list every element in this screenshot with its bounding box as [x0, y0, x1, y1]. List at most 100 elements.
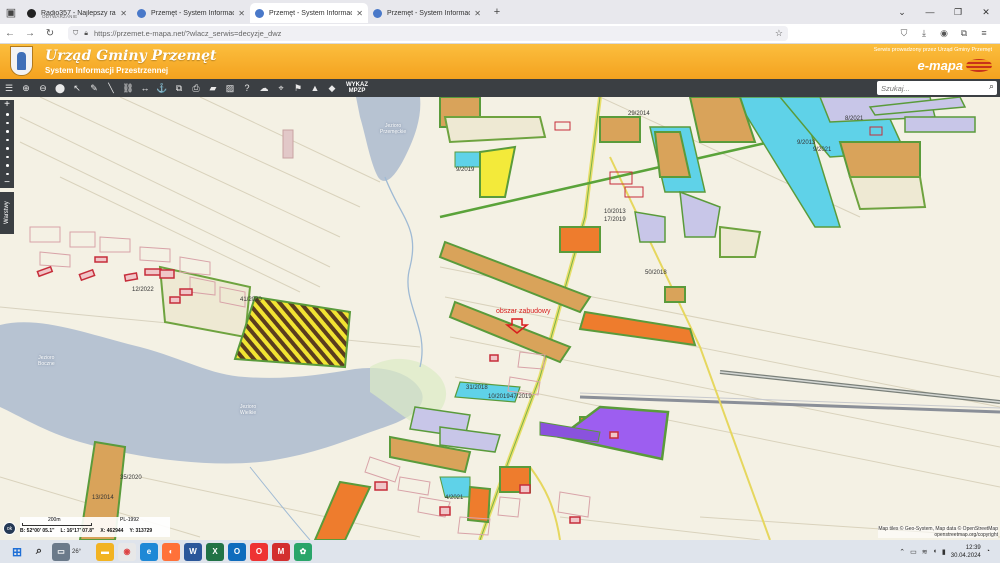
- extensions-icon[interactable]: ⧉: [954, 28, 974, 39]
- zoom-step[interactable]: [5, 113, 9, 116]
- map-canvas[interactable]: 12/2022 41/2020 9/2019 29/2014 10/2013 1…: [0, 97, 1000, 540]
- parcel-yellow[interactable]: [479, 145, 517, 198]
- terrain-icon[interactable]: ▲: [307, 80, 323, 96]
- parcel-label: 4/2021: [445, 495, 464, 501]
- help-icon[interactable]: ?: [239, 80, 255, 96]
- tab-przemet-2-active[interactable]: Przemęt - System Informacji Pr… ✕: [250, 3, 368, 23]
- ok-button[interactable]: ok: [3, 522, 16, 535]
- chrome-icon[interactable]: ◉: [118, 542, 136, 561]
- menu-icon[interactable]: ≡: [974, 28, 994, 39]
- url-text[interactable]: https://przemet.e-mapa.net/?wlacz_serwis…: [94, 29, 281, 38]
- volume-icon[interactable]: ◖: [933, 548, 937, 555]
- download-icon[interactable]: ⤓: [914, 28, 934, 39]
- zoom-out-button[interactable]: −: [4, 178, 10, 188]
- tab-list-icon[interactable]: ▣: [0, 0, 22, 24]
- tray-expand-icon[interactable]: ⌃: [899, 548, 905, 556]
- start-icon[interactable]: ⊞: [8, 543, 26, 561]
- search-input[interactable]: [877, 81, 997, 95]
- parcel-hatched[interactable]: [233, 295, 352, 369]
- url-bar[interactable]: ⛉ 🔒︎ https://przemet.e-mapa.net/?wlacz_s…: [68, 26, 788, 41]
- close-window-icon[interactable]: ✕: [972, 7, 1000, 18]
- measure-line-icon[interactable]: ╲: [103, 80, 119, 96]
- forward-icon[interactable]: →: [20, 28, 40, 39]
- maximize-icon[interactable]: ❐: [944, 7, 972, 18]
- anchor-icon[interactable]: ⚓: [154, 80, 170, 96]
- word-icon[interactable]: W: [184, 542, 202, 561]
- parcel-label: 10/2019: [488, 394, 510, 400]
- hatch-icon[interactable]: ▨: [222, 80, 238, 96]
- excel-icon[interactable]: X: [206, 542, 224, 561]
- gmail-icon[interactable]: M: [272, 542, 290, 561]
- full-extent-icon[interactable]: ⬤: [52, 80, 68, 96]
- settlement-west: [29, 226, 246, 308]
- account-icon[interactable]: ◉: [934, 28, 954, 39]
- back-icon[interactable]: ←: [0, 28, 20, 39]
- zoom-step[interactable]: [5, 130, 9, 133]
- zoom-in-icon[interactable]: ⊕: [18, 80, 34, 96]
- notification-icon[interactable]: ◔: [986, 548, 990, 555]
- opera-icon[interactable]: O: [250, 542, 268, 561]
- pencil-icon[interactable]: ✎: [86, 80, 102, 96]
- close-tab-icon[interactable]: ✕: [116, 9, 127, 18]
- parcel-label: 35/2020: [120, 475, 142, 481]
- lock-icon[interactable]: 🔒︎: [84, 30, 88, 38]
- outlook-icon[interactable]: O: [228, 542, 246, 561]
- close-tab-icon[interactable]: ✕: [234, 9, 245, 18]
- measure-width-icon[interactable]: ↔: [137, 80, 153, 96]
- link-icon[interactable]: ⛓: [120, 80, 136, 96]
- firefox-icon[interactable]: ◐: [162, 542, 180, 561]
- shield-icon[interactable]: ⛉: [73, 30, 78, 38]
- photos-icon[interactable]: ✿: [294, 542, 312, 561]
- zoom-step[interactable]: [5, 164, 9, 167]
- zoom-in-button[interactable]: +: [4, 100, 10, 110]
- tab-radio357[interactable]: Radio357 - Najlepszy radiowy P… ODTWARZA…: [22, 3, 132, 23]
- system-tray: ⌃ ▭ ≋ ◖ ▮ 12:39 30.04.2024 ◔: [899, 544, 990, 560]
- parcel-label: 8/2021: [845, 116, 864, 122]
- tab-przemet-3[interactable]: Przemęt - System Informacji Pr… ✕: [368, 3, 486, 23]
- pointer-icon[interactable]: ↖: [69, 80, 85, 96]
- search-taskbar-icon[interactable]: ⌕: [30, 543, 48, 561]
- map-svg[interactable]: [0, 97, 1000, 540]
- cloud-icon[interactable]: ☁: [256, 80, 272, 96]
- close-tab-icon[interactable]: ✕: [352, 9, 363, 18]
- bookmark-star-icon[interactable]: ☆: [775, 28, 783, 39]
- zoom-slider[interactable]: + −: [0, 100, 14, 188]
- zoom-step[interactable]: [5, 121, 9, 124]
- tab-overflow-icon[interactable]: ⌄: [888, 7, 916, 18]
- zoom-step[interactable]: [5, 155, 9, 158]
- tab-przemet-1[interactable]: Przemęt - System Informacji Pr… ✕: [132, 3, 250, 23]
- coordinate-readout: B: 52°00' 05.1" L: 16°17' 07.8" X: 46294…: [20, 528, 152, 534]
- file-explorer-icon[interactable]: ▬: [96, 542, 114, 561]
- app-title: Urząd Gminy Przemęt: [45, 48, 217, 64]
- zoom-step[interactable]: [5, 147, 9, 150]
- wifi-icon[interactable]: ≋: [922, 548, 928, 556]
- zoom-step[interactable]: [5, 172, 9, 175]
- copy-icon[interactable]: ⧉: [171, 80, 187, 96]
- reload-icon[interactable]: ↻: [40, 28, 60, 39]
- clock[interactable]: 12:39 30.04.2024: [951, 544, 981, 560]
- emapa-logo[interactable]: e-mapa: [917, 58, 992, 73]
- layers-icon[interactable]: ☰: [1, 80, 17, 96]
- weather-widget[interactable]: 26°: [72, 549, 92, 555]
- pocket-icon[interactable]: ⛉: [894, 28, 914, 39]
- shapes-icon[interactable]: ◆: [324, 80, 340, 96]
- zoom-step[interactable]: [5, 138, 9, 141]
- zoom-out-icon[interactable]: ⊖: [35, 80, 51, 96]
- minimize-icon[interactable]: —: [916, 7, 944, 18]
- close-tab-icon[interactable]: ✕: [470, 9, 481, 18]
- search-icon[interactable]: ⌕: [989, 81, 994, 92]
- tab-title: Przemęt - System Informacji Pr…: [151, 9, 235, 17]
- network-icon[interactable]: ▭: [910, 548, 917, 556]
- battery-icon[interactable]: ▮: [942, 548, 946, 556]
- edge-icon[interactable]: e: [140, 542, 158, 561]
- comment-icon[interactable]: ▰: [205, 80, 221, 96]
- poi-icon[interactable]: ⌖: [273, 80, 289, 96]
- layers-panel-toggle[interactable]: Warstwy: [0, 192, 14, 234]
- new-tab-button[interactable]: +: [486, 0, 508, 24]
- wykaz-mpzp-button[interactable]: WYKAZ MPZP: [346, 82, 368, 94]
- print-icon[interactable]: ⎙: [188, 80, 204, 96]
- app-header: Urząd Gminy Przemęt System Informacji Pr…: [0, 44, 1000, 79]
- bookmark-icon[interactable]: ⚑: [290, 80, 306, 96]
- task-view-icon[interactable]: ▭: [52, 542, 70, 561]
- windows-taskbar: ⊞ ⌕ ▭ 26° ▬ ◉ e ◐ W X O O M ✿ ⌃ ▭ ≋ ◖ ▮ …: [0, 540, 1000, 563]
